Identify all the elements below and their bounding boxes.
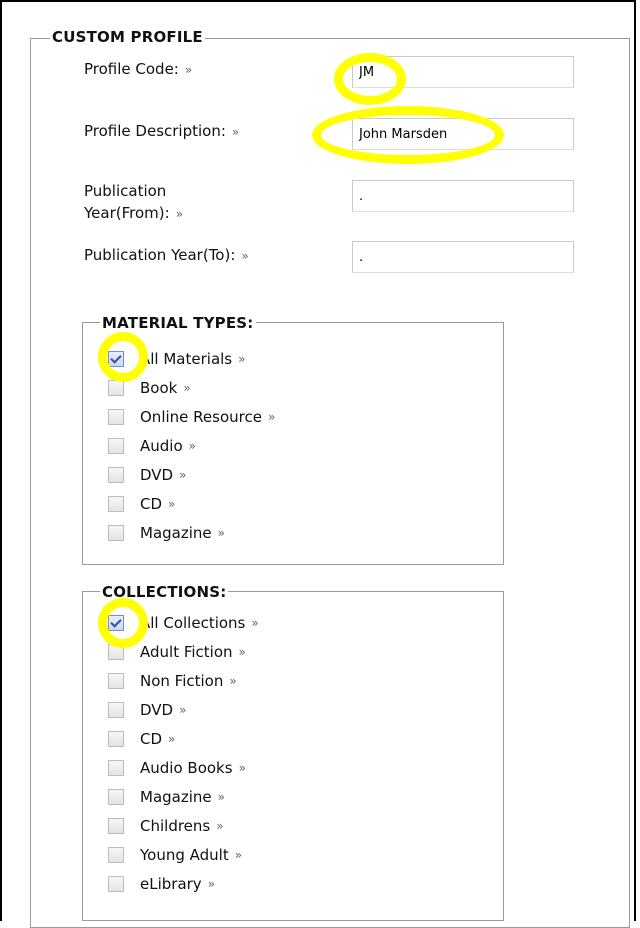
collections-item[interactable]: Audio Books » — [108, 753, 246, 782]
collections-item[interactable]: Childrens » — [108, 811, 224, 840]
material-types-item-label: CD — [140, 494, 163, 513]
arrow-icon: » — [188, 438, 196, 453]
arrow-icon: » — [267, 409, 276, 424]
checkbox[interactable] — [108, 437, 124, 454]
material-types-item[interactable]: Book » — [108, 373, 191, 402]
material-types-item[interactable]: DVD » — [108, 460, 186, 489]
collections-item-label: Audio Books — [140, 758, 233, 777]
collections-item-label: CD — [140, 729, 163, 748]
collections-item[interactable]: Magazine » — [108, 782, 225, 811]
material-types-item-label: Magazine — [140, 523, 212, 542]
material-types-item-label: DVD — [140, 465, 174, 484]
material-types-item-label: Book — [140, 378, 178, 397]
checkbox[interactable] — [108, 495, 124, 512]
material-types-item[interactable]: Audio » — [108, 431, 196, 460]
checkbox[interactable] — [108, 875, 124, 892]
profile-description-input[interactable] — [352, 118, 574, 150]
checkbox-checked[interactable] — [108, 614, 124, 631]
checkbox[interactable] — [108, 846, 124, 863]
checkbox[interactable] — [108, 759, 124, 776]
arrow-icon: » — [231, 125, 240, 139]
checkbox[interactable] — [108, 672, 124, 689]
arrow-icon: » — [217, 525, 225, 540]
collections-item-label: DVD — [140, 700, 174, 719]
arrow-icon: » — [241, 249, 249, 263]
material-types-item[interactable]: Magazine » — [108, 518, 225, 547]
material-types-item-label: All Materials — [140, 349, 233, 368]
profile-description-label-text: Profile Description: — [84, 122, 226, 140]
collections-item-label: All Collections — [140, 613, 246, 632]
profile-code-input[interactable] — [352, 56, 574, 88]
publication-year-from-label-text: Publication Year(From): — [84, 182, 170, 222]
collections-item-label: Magazine — [140, 787, 212, 806]
collections-item[interactable]: All Collections » — [108, 608, 259, 637]
custom-profile-legend: CUSTOM PROFILE — [50, 28, 205, 46]
material-types-item[interactable]: Online Resource » — [108, 402, 275, 431]
collections-item[interactable]: DVD » — [108, 695, 186, 724]
collections-legend: COLLECTIONS: — [100, 583, 229, 601]
checkbox[interactable] — [108, 408, 124, 425]
arrow-icon: » — [168, 731, 176, 746]
material-types-item-label: Online Resource — [140, 407, 262, 426]
checkbox[interactable] — [108, 379, 124, 396]
publication-year-from-label: Publication Year(From): » — [84, 180, 234, 225]
collections-item[interactable]: eLibrary » — [108, 869, 215, 898]
profile-description-label: Profile Description: » — [84, 120, 239, 143]
arrow-icon: » — [238, 760, 246, 775]
collections-item[interactable]: Young Adult » — [108, 840, 242, 869]
arrow-icon: » — [179, 702, 187, 717]
arrow-icon: » — [229, 673, 237, 688]
collections-item[interactable]: Adult Fiction » — [108, 637, 246, 666]
arrow-icon: » — [251, 615, 259, 630]
arrow-icon: » — [168, 496, 176, 511]
arrow-icon: » — [216, 818, 224, 833]
checkbox[interactable] — [108, 701, 124, 718]
arrow-icon: » — [238, 644, 246, 659]
arrow-icon: » — [207, 876, 216, 891]
collections-item-label: Adult Fiction — [140, 642, 233, 661]
publication-year-to-label: Publication Year(To): » — [84, 244, 249, 267]
profile-code-label: Profile Code: » — [84, 58, 192, 81]
checkbox[interactable] — [108, 817, 124, 834]
arrow-icon: » — [238, 351, 246, 366]
profile-code-label-text: Profile Code: — [84, 60, 179, 78]
publication-year-to-label-text: Publication Year(To): — [84, 246, 236, 264]
material-types-item[interactable]: CD » — [108, 489, 175, 518]
checkbox[interactable] — [108, 643, 124, 660]
collections-item-label: eLibrary — [140, 874, 202, 893]
arrow-icon: » — [179, 467, 187, 482]
checkbox[interactable] — [108, 524, 124, 541]
material-types-item[interactable]: All Materials » — [108, 344, 245, 373]
collections-item-label: Non Fiction — [140, 671, 224, 690]
arrow-icon: » — [184, 63, 193, 77]
collections-item-label: Childrens — [140, 816, 211, 835]
collections-item-label: Young Adult — [140, 845, 229, 864]
checkbox[interactable] — [108, 730, 124, 747]
collections-item[interactable]: Non Fiction » — [108, 666, 237, 695]
material-types-legend: MATERIAL TYPES: — [100, 314, 256, 332]
material-types-item-label: Audio — [140, 436, 183, 455]
arrow-icon: » — [175, 207, 184, 221]
arrow-icon: » — [217, 789, 225, 804]
publication-year-to-input[interactable] — [352, 241, 574, 273]
arrow-icon: » — [183, 380, 191, 395]
checkbox-checked[interactable] — [108, 350, 124, 367]
arrow-icon: » — [234, 847, 243, 862]
checkbox[interactable] — [108, 466, 124, 483]
publication-year-from-input[interactable] — [352, 180, 574, 212]
checkbox[interactable] — [108, 788, 124, 805]
collections-item[interactable]: CD » — [108, 724, 175, 753]
